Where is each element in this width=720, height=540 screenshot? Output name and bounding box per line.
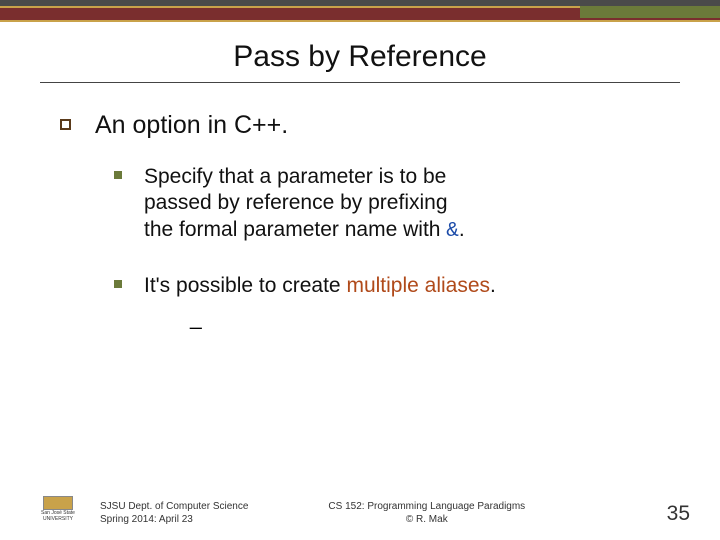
footer-center-2: © R. Mak: [406, 514, 448, 525]
page-number: 35: [667, 502, 690, 526]
footer: San José State UNIVERSITY SJSU Dept. of …: [0, 496, 720, 526]
sub1-line-c: the formal parameter name with: [144, 218, 446, 241]
sub-bullet-1: Specify that a parameter is to be passed…: [114, 164, 660, 245]
slide-title: Pass by Reference: [0, 40, 720, 74]
underscore-mark: _: [114, 307, 660, 331]
sub2-a: It's possible to create: [144, 274, 346, 297]
logo-text-2: UNIVERSITY: [40, 517, 76, 522]
sub1-line-b: passed by reference by prefixing: [144, 191, 448, 214]
sub1-line-a: Specify that a parameter is to be: [144, 165, 446, 188]
bullet-open-square-icon: [60, 119, 71, 130]
footer-center: CS 152: Programming Language Paradigms ©…: [328, 500, 525, 526]
slide: Pass by Reference An option in C++. Spec…: [0, 0, 720, 540]
sub1-period: .: [459, 218, 465, 241]
top-bar: [0, 0, 720, 22]
ampersand-code: &: [446, 220, 459, 243]
bullet-filled-square-icon: [114, 280, 122, 288]
footer-left-1: SJSU Dept. of Computer Science: [100, 501, 248, 512]
logo-shape: [43, 496, 73, 510]
sub2-highlight: multiple aliases: [346, 274, 490, 297]
sub2-text: It's possible to create multiple aliases…: [144, 273, 496, 299]
footer-left-2: Spring 2014: April 23: [100, 514, 193, 525]
footer-center-1: CS 152: Programming Language Paradigms: [328, 501, 525, 512]
bullet1-text: An option in C++.: [95, 111, 288, 140]
content: An option in C++. Specify that a paramet…: [0, 83, 720, 331]
sub2-b: .: [490, 274, 496, 297]
sub1-text: Specify that a parameter is to be passed…: [144, 164, 465, 245]
bullet-filled-square-icon: [114, 171, 122, 179]
bar-green-accent: [580, 6, 720, 18]
sub-bullet-2: It's possible to create multiple aliases…: [114, 273, 660, 299]
sub-bullets: Specify that a parameter is to be passed…: [60, 164, 660, 331]
footer-left: SJSU Dept. of Computer Science Spring 20…: [100, 500, 248, 526]
sjsu-logo: San José State UNIVERSITY: [40, 496, 76, 526]
bullet-level1: An option in C++.: [60, 111, 660, 140]
